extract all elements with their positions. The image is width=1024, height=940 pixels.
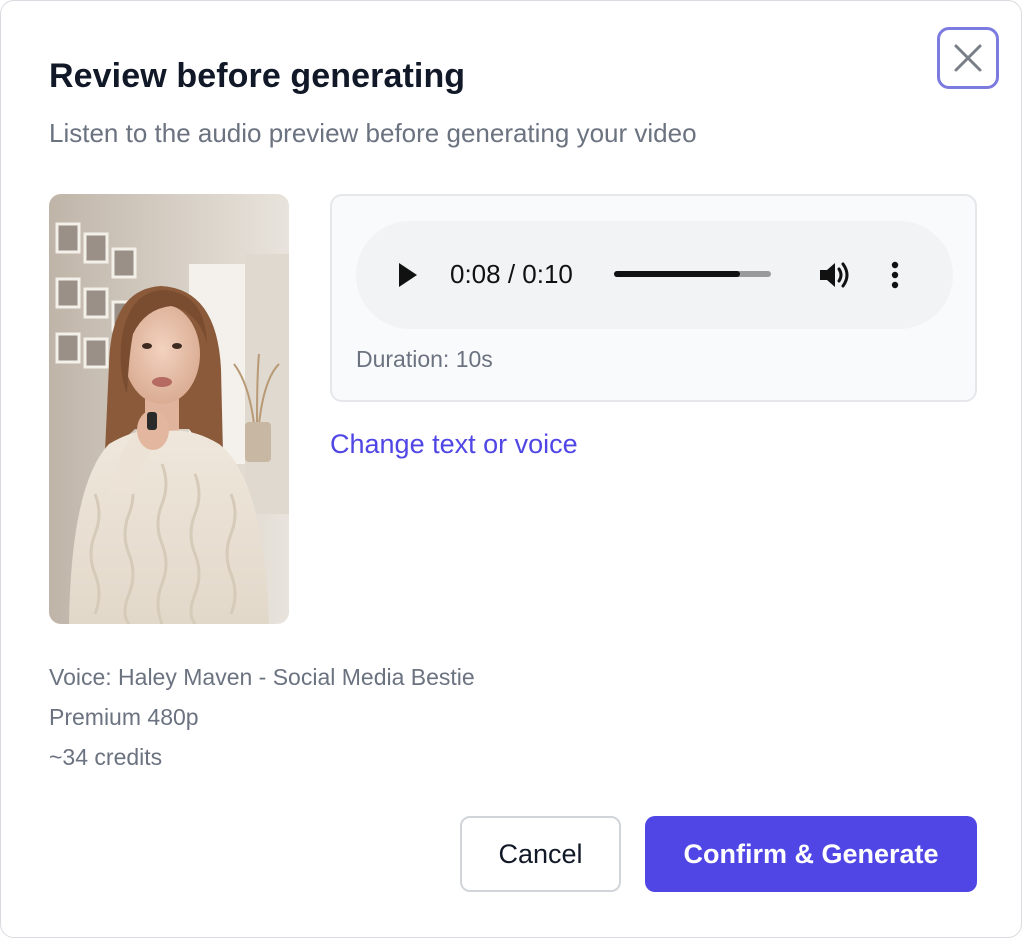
volume-button[interactable] (818, 259, 852, 291)
volume-icon (820, 262, 849, 288)
review-dialog: Review before generating Listen to the a… (0, 0, 1022, 938)
audio-time: 0:08 / 0:10 (450, 259, 573, 289)
more-options-button[interactable] (891, 261, 899, 289)
credits-detail: ~34 credits (49, 744, 163, 770)
avatar-preview-illustration (49, 194, 289, 624)
play-button[interactable] (396, 261, 420, 289)
voice-detail: Voice: Haley Maven - Social Media Bestie (49, 664, 475, 690)
more-vertical-icon (891, 261, 899, 289)
avatar-preview-image (49, 194, 289, 624)
audio-progress-slider[interactable] (614, 271, 771, 277)
dialog-title: Review before generating (49, 57, 466, 95)
close-icon (954, 44, 982, 72)
dialog-subtitle: Listen to the audio preview before gener… (49, 118, 697, 148)
audio-progress-fill (614, 271, 740, 277)
close-button[interactable] (937, 27, 999, 89)
audio-duration-label: Duration: 10s (356, 346, 493, 372)
audio-preview-card: 0:08 / 0:10 Duration: 10s (330, 194, 977, 402)
change-text-or-voice-link[interactable]: Change text or voice (330, 429, 578, 460)
confirm-generate-button[interactable]: Confirm & Generate (645, 816, 977, 892)
audio-player[interactable]: 0:08 / 0:10 (356, 221, 953, 329)
generation-details: Voice: Haley Maven - Social Media Bestie… (49, 657, 475, 777)
quality-detail: Premium 480p (49, 704, 199, 730)
cancel-button[interactable]: Cancel (460, 816, 621, 892)
play-icon (399, 263, 417, 287)
